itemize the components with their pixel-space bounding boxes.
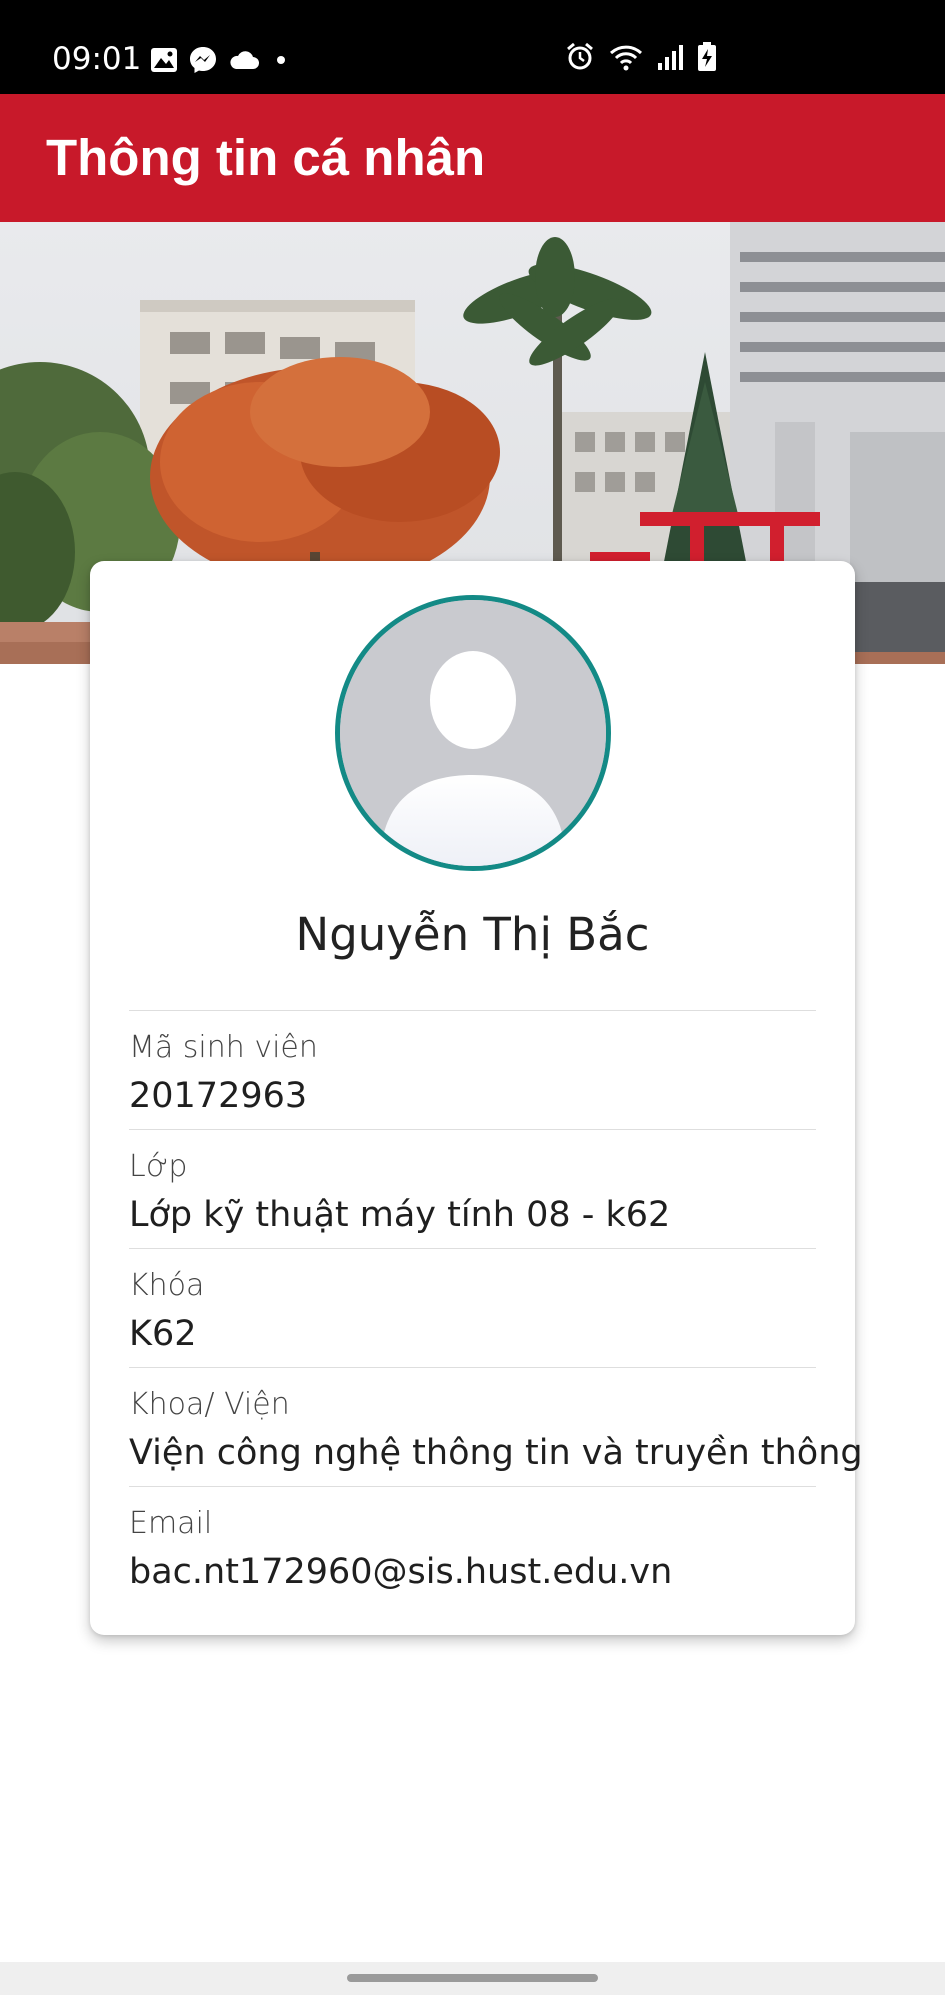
- profile-card: Nguyễn Thị Bắc Mã sinh viên 20172963 Lớp…: [90, 561, 863, 1635]
- status-time: 09:01: [52, 41, 142, 77]
- field-cohort: Khóa K62: [129, 1248, 816, 1367]
- system-icons: [565, 42, 717, 72]
- field-label: Email: [129, 1506, 213, 1541]
- field-label: Khóa: [129, 1268, 205, 1303]
- field-student-id: Mã sinh viên 20172963: [129, 1010, 816, 1129]
- profile-screen: 09:01 Thông tin cá nhân Nguyễn Thị Bắc M…: [0, 0, 945, 1995]
- notification-icons: [150, 45, 292, 75]
- system-nav-bar: [0, 1962, 945, 1995]
- default-user-icon: [340, 600, 606, 866]
- app-bar: Thông tin cá nhân: [0, 94, 945, 222]
- cloud-icon: [228, 49, 260, 71]
- field-faculty: Khoa/ Viện Viện công nghệ thông tin và t…: [129, 1367, 863, 1486]
- avatar[interactable]: [335, 595, 611, 871]
- field-label: Khoa/ Viện: [129, 1387, 290, 1422]
- gallery-icon: [150, 47, 178, 73]
- alarm-icon: [565, 42, 595, 72]
- field-value: bac.nt172960@sis.hust.edu.vn: [129, 1552, 673, 1592]
- profile-info-list: Mã sinh viên 20172963 Lớp Lớp kỹ thuật m…: [129, 1010, 863, 1605]
- field-label: Lớp: [129, 1149, 188, 1184]
- field-email: Email bac.nt172960@sis.hust.edu.vn: [129, 1486, 816, 1605]
- page-title: Thông tin cá nhân: [46, 129, 486, 186]
- dot-icon: [270, 49, 292, 71]
- status-bar: 09:01: [0, 0, 945, 94]
- field-class: Lớp Lớp kỹ thuật máy tính 08 - k62: [129, 1129, 816, 1248]
- field-value: Lớp kỹ thuật máy tính 08 - k62: [129, 1195, 671, 1235]
- wifi-icon: [609, 43, 643, 71]
- signal-icon: [657, 43, 683, 71]
- student-name: Nguyễn Thị Bắc: [295, 908, 650, 961]
- messenger-icon: [188, 45, 218, 75]
- field-value: Viện công nghệ thông tin và truyền thông: [129, 1433, 863, 1473]
- field-value: 20172963: [129, 1076, 308, 1116]
- battery-charging-icon: [697, 42, 717, 72]
- field-value: K62: [129, 1314, 197, 1354]
- field-label: Mã sinh viên: [129, 1030, 318, 1065]
- home-indicator[interactable]: [347, 1974, 598, 1982]
